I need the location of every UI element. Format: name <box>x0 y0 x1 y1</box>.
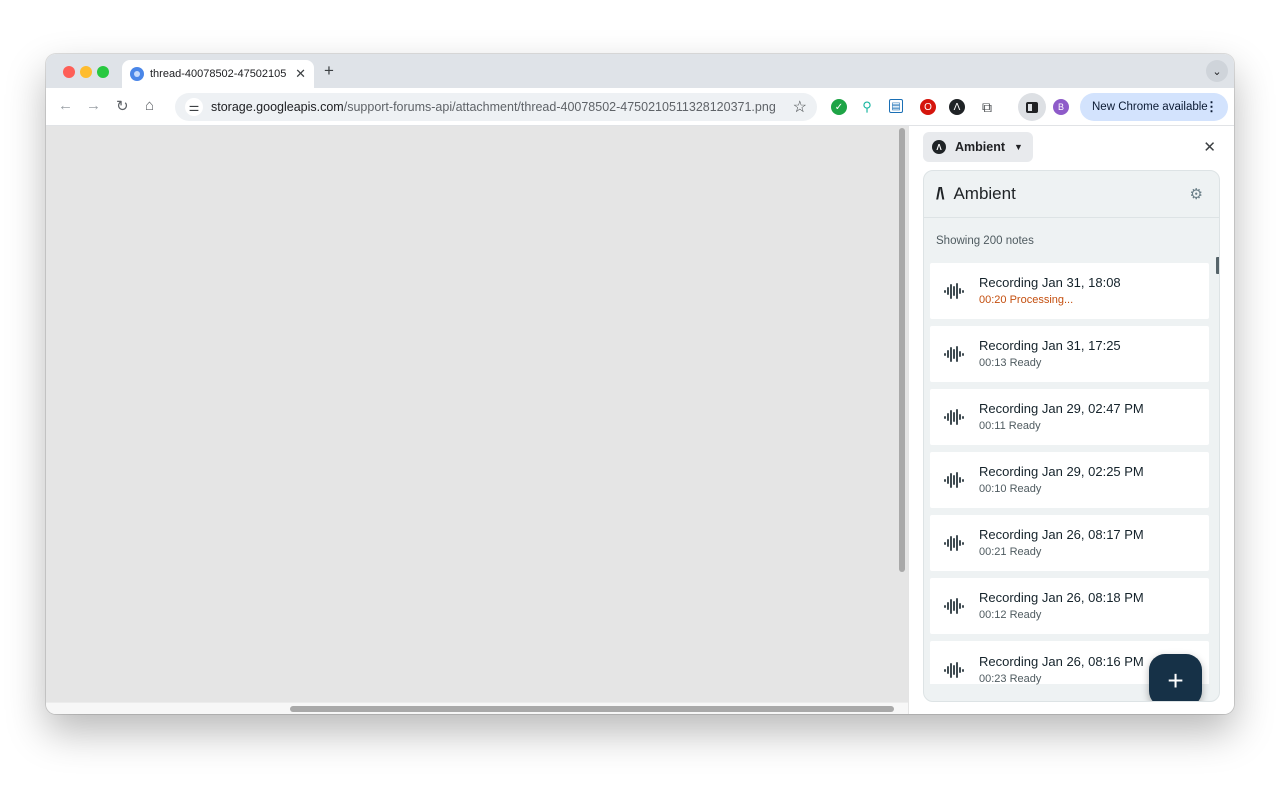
maximize-window-button[interactable] <box>97 66 109 78</box>
page-content-area <box>46 126 908 714</box>
forward-arrow-icon[interactable]: → <box>86 97 101 114</box>
profile-avatar[interactable]: B <box>1053 99 1069 115</box>
recording-status: 00:10 Ready <box>979 483 1042 495</box>
app-header: /\ Ambient ⚙ <box>924 171 1219 218</box>
new-recording-fab[interactable]: + <box>1149 654 1202 701</box>
screenshot-extension-icon[interactable]: ▤ <box>889 99 903 113</box>
horizontal-scrollbar-track <box>46 702 908 714</box>
ambient-extension-icon[interactable]: Λ <box>949 99 965 115</box>
recording-status: 00:12 Ready <box>979 609 1042 621</box>
recording-title: Recording Jan 26, 08:16 PM <box>979 654 1144 669</box>
recordings-list: Recording Jan 31, 18:08 00:20 Processing.… <box>930 263 1209 691</box>
settings-gear-icon[interactable]: ⚙ <box>1190 185 1203 203</box>
side-panel: Λ Ambient ▼ ✕ /\ Ambient ⚙ Showing 200 n… <box>909 126 1234 714</box>
recording-status: 00:20 Processing... <box>979 294 1074 306</box>
close-side-panel-icon[interactable]: ✕ <box>1203 138 1216 156</box>
bird-extension-icon[interactable]: ⚲ <box>859 99 875 115</box>
tab-close-icon[interactable]: ✕ <box>295 66 306 82</box>
browser-toolbar: ← → ↻ ⌂ ⚌ storage.googleapis.com/support… <box>46 88 1234 126</box>
home-icon[interactable]: ⌂ <box>145 97 154 114</box>
recording-status: 00:13 Ready <box>979 357 1042 369</box>
horizontal-scrollbar[interactable] <box>290 706 894 712</box>
ambient-logo-icon: Λ <box>932 140 946 154</box>
url-text: storage.googleapis.com/support-forums-ap… <box>211 100 776 114</box>
recording-item[interactable]: Recording Jan 29, 02:25 PM 00:10 Ready <box>930 452 1209 508</box>
waveform-icon <box>944 282 964 300</box>
address-bar[interactable]: ⚌ storage.googleapis.com/support-forums-… <box>175 93 817 121</box>
notes-count: Showing 200 notes <box>936 235 1034 247</box>
ambient-app: /\ Ambient ⚙ Showing 200 notes Recording… <box>923 170 1220 702</box>
check-extension-icon[interactable]: ✓ <box>831 99 847 115</box>
waveform-icon <box>944 661 964 679</box>
side-panel-toggle-icon[interactable] <box>1018 93 1046 121</box>
recording-status: 00:11 Ready <box>979 420 1041 432</box>
waveform-icon <box>944 597 964 615</box>
tab-strip: thread-40078502-47502105 ✕ + ⌄ <box>46 54 1234 88</box>
new-chrome-available-button[interactable]: New Chrome available ⋮ <box>1080 93 1228 121</box>
recording-item[interactable]: Recording Jan 26, 08:18 PM 00:12 Ready <box>930 578 1209 634</box>
selector-label: Ambient <box>955 140 1005 154</box>
cloud-storage-favicon-icon <box>130 67 144 81</box>
tab-search-chevron-icon[interactable]: ⌄ <box>1206 60 1228 82</box>
reload-icon[interactable]: ↻ <box>116 97 129 115</box>
side-panel-selector[interactable]: Λ Ambient ▼ <box>923 132 1033 162</box>
app-title: Ambient <box>953 184 1016 203</box>
recording-item[interactable]: Recording Jan 29, 02:47 PM 00:11 Ready <box>930 389 1209 445</box>
puzzle-extensions-icon[interactable]: ⧉ <box>979 99 995 115</box>
recording-title: Recording Jan 31, 17:25 <box>979 338 1121 353</box>
vertical-scrollbar[interactable] <box>899 128 905 572</box>
waveform-icon <box>944 471 964 489</box>
list-scrollbar[interactable] <box>1216 257 1219 274</box>
tab-title: thread-40078502-47502105 <box>150 68 287 80</box>
recording-status: 00:23 Ready <box>979 673 1042 685</box>
recording-title: Recording Jan 29, 02:47 PM <box>979 401 1144 416</box>
back-arrow-icon[interactable]: ← <box>58 97 73 114</box>
update-label: New Chrome available <box>1092 101 1208 113</box>
minimize-window-button[interactable] <box>80 66 92 78</box>
close-window-button[interactable] <box>63 66 75 78</box>
recording-title: Recording Jan 29, 02:25 PM <box>979 464 1144 479</box>
browser-tab[interactable]: thread-40078502-47502105 ✕ <box>122 60 314 88</box>
waveform-icon <box>944 345 964 363</box>
more-vert-icon: ⋮ <box>1205 99 1218 114</box>
recording-item[interactable]: Recording Jan 31, 17:25 00:13 Ready <box>930 326 1209 382</box>
site-info-tune-icon[interactable]: ⚌ <box>185 98 203 116</box>
browser-window: thread-40078502-47502105 ✕ + ⌄ ← → ↻ ⌂ ⚌… <box>46 54 1234 714</box>
dropdown-caret-icon: ▼ <box>1014 142 1023 152</box>
opera-extension-icon[interactable]: O <box>920 99 936 115</box>
waveform-icon <box>944 534 964 552</box>
bookmark-star-icon[interactable]: ☆ <box>793 97 807 117</box>
recording-item[interactable]: Recording Jan 26, 08:17 PM 00:21 Ready <box>930 515 1209 571</box>
recording-title: Recording Jan 31, 18:08 <box>979 275 1121 290</box>
waveform-icon <box>944 408 964 426</box>
recording-title: Recording Jan 26, 08:17 PM <box>979 527 1144 542</box>
new-tab-button[interactable]: + <box>324 61 334 81</box>
recording-status: 00:21 Ready <box>979 546 1042 558</box>
ambient-wordmark-icon: /\ <box>936 184 945 203</box>
recording-item[interactable]: Recording Jan 31, 18:08 00:20 Processing.… <box>930 263 1209 319</box>
recording-title: Recording Jan 26, 08:18 PM <box>979 590 1144 605</box>
